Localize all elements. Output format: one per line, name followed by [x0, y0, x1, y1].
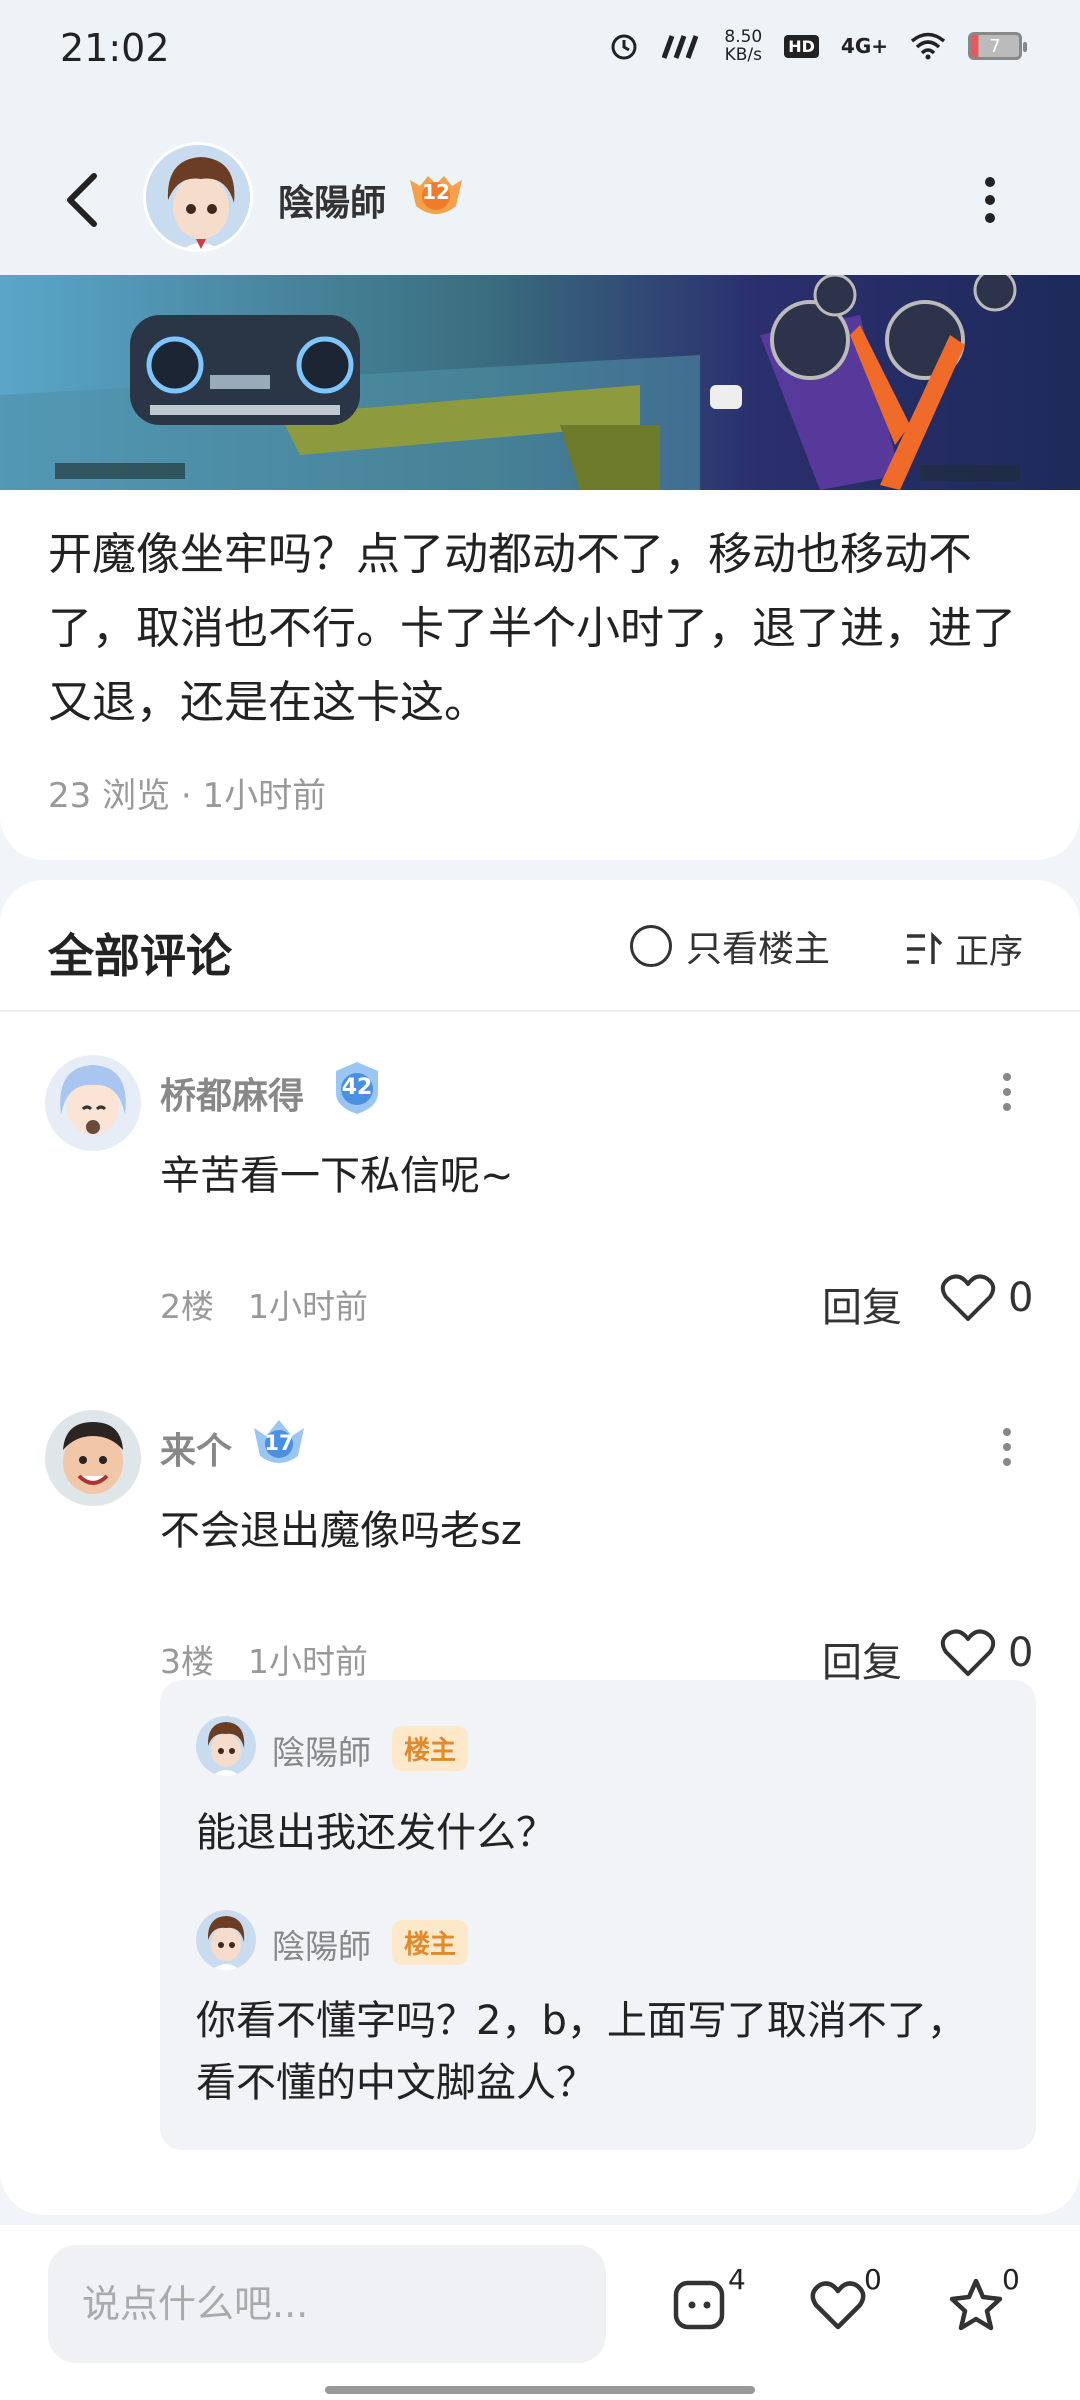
- comment-icon[interactable]: [670, 2275, 730, 2335]
- comment-text: 辛苦看一下私信呢~: [160, 1153, 514, 1199]
- op-tag: 楼主: [392, 1920, 469, 1965]
- level-badge: 17: [250, 1414, 308, 1472]
- like-count: 0: [1008, 1275, 1034, 1321]
- radio-icon[interactable]: [630, 925, 672, 967]
- wifi-icon: [910, 32, 946, 60]
- only-op-label: 只看楼主: [686, 929, 831, 970]
- like-icon[interactable]: [940, 1628, 996, 1678]
- star-icon[interactable]: [946, 2275, 1006, 2335]
- back-icon[interactable]: [62, 170, 102, 230]
- status-icons: 8.50 KB/s HD 4G+ 7: [608, 27, 1027, 65]
- reply-button[interactable]: 回复: [822, 1275, 902, 1333]
- comment-count: 4: [728, 2263, 746, 2296]
- op-tag: 楼主: [392, 1726, 469, 1771]
- comment-more-icon[interactable]: [992, 1067, 1022, 1117]
- hd-badge: HD: [784, 34, 819, 58]
- sort-label: 正序: [955, 932, 1023, 972]
- post-card: 开魔像坐牢吗？点了动都动不了，移动也移动不了，取消也不行。卡了半个小时了，退了进…: [0, 490, 1080, 860]
- post-image[interactable]: [0, 275, 1080, 490]
- comment-more-icon[interactable]: [992, 1422, 1022, 1472]
- like-icon[interactable]: [940, 1273, 996, 1323]
- alarm-icon: [611, 34, 637, 60]
- only-op-filter[interactable]: 只看楼主: [630, 920, 830, 972]
- reply-text: 能退出我还发什么？: [196, 1810, 556, 1856]
- commenter-avatar[interactable]: [45, 1410, 141, 1506]
- reply-text: 你看不懂字吗？2，b，上面写了取消不了，看不懂的中文脚盆人？: [196, 1998, 967, 2106]
- comment-text: 不会退出魔像吗老sz: [160, 1508, 522, 1554]
- sort-icon: [907, 931, 943, 964]
- more-options-icon[interactable]: [975, 170, 1005, 230]
- comment-input[interactable]: 说点什么吧...: [48, 2245, 606, 2363]
- post-header: 陰陽師 12: [0, 100, 1080, 275]
- comment-item: 来个 17 不会退出魔像吗老sz 3楼 1小时前 回复 0: [0, 1410, 1080, 1686]
- comment-item: 桥都麻得 42 辛苦看一下私信呢~ 2楼 1小时前 回复 0: [0, 1055, 1080, 1331]
- reply-author-name[interactable]: 陰陽師: [272, 1726, 371, 1774]
- network-type: 4G+: [840, 34, 888, 58]
- status-bar: 21:02 8.50 KB/s HD 4G+ 7: [0, 0, 1080, 100]
- replies-box: 陰陽師 楼主 能退出我还发什么？ 陰陽師 楼主 你看不懂字吗？2，b，上面写了取…: [160, 1680, 1036, 2150]
- commenter-avatar[interactable]: [45, 1055, 141, 1151]
- comment-meta: 2楼 1小时前: [160, 1287, 368, 1326]
- reply-avatar[interactable]: [196, 1716, 256, 1776]
- comment-meta: 3楼 1小时前: [160, 1642, 368, 1681]
- battery-icon: 7: [968, 32, 1027, 60]
- home-indicator[interactable]: [325, 2386, 755, 2394]
- network-speed: 8.50 KB/s: [724, 27, 763, 65]
- sort-button[interactable]: 正序: [905, 924, 1023, 973]
- like-count: 0: [1008, 1630, 1034, 1676]
- star-count: 0: [1002, 2263, 1020, 2296]
- status-time: 21:02: [60, 26, 170, 70]
- author-name[interactable]: 陰陽師: [278, 174, 386, 226]
- level-badge: 42: [328, 1059, 386, 1117]
- level-badge: 12: [406, 172, 466, 220]
- reply-author-name[interactable]: 陰陽師: [272, 1920, 371, 1968]
- post-meta: 23 浏览 · 1小时前: [48, 776, 327, 816]
- signal-bars-icon: [662, 35, 699, 59]
- post-text: 开魔像坐牢吗？点了动都动不了，移动也移动不了，取消也不行。卡了半个小时了，退了进…: [48, 529, 1016, 728]
- bottom-action-bar: 说点什么吧... 4 0 0: [0, 2225, 1080, 2400]
- reply-avatar[interactable]: [196, 1910, 256, 1970]
- commenter-name[interactable]: 桥都麻得: [160, 1067, 304, 1119]
- divider: [0, 1010, 1080, 1012]
- author-avatar[interactable]: [143, 142, 253, 252]
- like-icon[interactable]: [808, 2275, 868, 2335]
- like-count: 0: [864, 2263, 882, 2296]
- commenter-name[interactable]: 来个: [160, 1422, 232, 1474]
- comments-title: 全部评论: [48, 929, 232, 983]
